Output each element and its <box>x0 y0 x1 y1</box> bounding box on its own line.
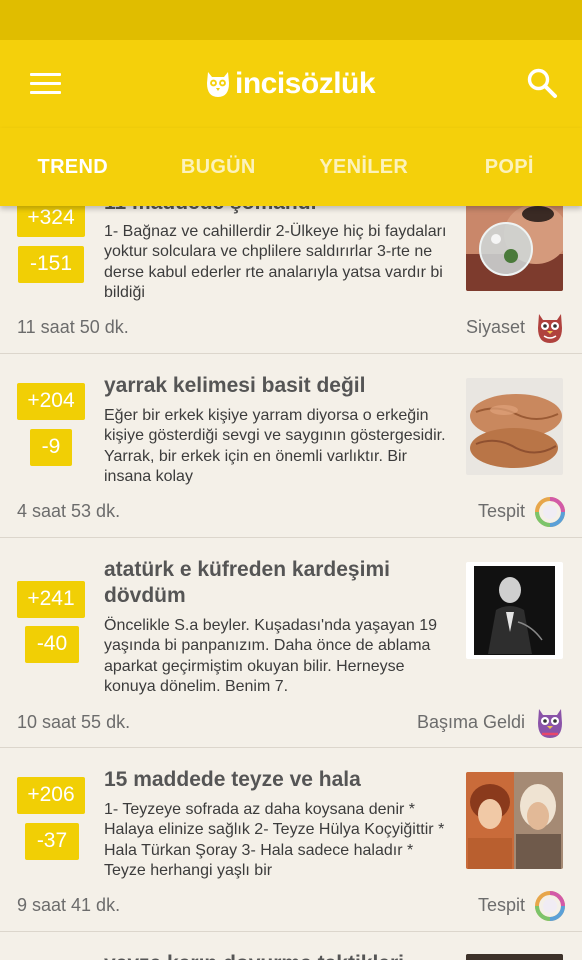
downvote-button[interactable]: -151 <box>18 246 84 283</box>
tab-popi[interactable]: POPİ <box>437 128 582 206</box>
entry-thumbnail[interactable] <box>466 562 563 659</box>
face-with-bubble-photo <box>466 194 563 291</box>
partial-photo <box>466 954 563 960</box>
downvote-button[interactable]: -9 <box>30 429 72 466</box>
rainbow-circle-icon <box>535 497 565 527</box>
entry-card[interactable]: yarrak kelimesi basit değil +204 -9 Eğer… <box>0 354 582 538</box>
entry-title[interactable]: yarrak kelimesi basit değil <box>104 373 454 399</box>
entry-title[interactable]: 15 maddede teyze ve hala <box>104 767 454 793</box>
downvote-button[interactable]: -40 <box>25 626 79 663</box>
entry-category[interactable]: Tespit <box>478 501 525 522</box>
entry-category[interactable]: Tespit <box>478 895 525 916</box>
red-owl-icon <box>538 314 562 343</box>
upvote-button[interactable]: +241 <box>17 581 85 618</box>
entry-thumbnail[interactable] <box>466 954 563 960</box>
entry-card[interactable]: 15 maddede teyze ve hala +206 -37 1- Tey… <box>0 748 582 932</box>
entry-feed: 11 maddede şomandı +324 -151 1- Bağnaz v… <box>0 186 582 960</box>
entry-excerpt: 1- Bağnaz ve cahillerdir 2-Ülkeye hiç bi… <box>104 223 447 302</box>
entry-excerpt: Öncelikle S.a beyler. Kuşadası'nda yaşay… <box>104 617 438 696</box>
entry-card[interactable]: atatürk e küfreden kardeşimi dövdüm +241… <box>0 538 582 748</box>
tab-yeniler[interactable]: YENİLER <box>291 128 437 206</box>
entry-category[interactable]: Siyaset <box>466 317 525 338</box>
entry-thumbnail[interactable] <box>466 194 563 291</box>
tab-bugun[interactable]: BUGÜN <box>146 128 292 206</box>
hamburger-menu-icon[interactable] <box>30 73 62 95</box>
entry-category[interactable]: Başıma Geldi <box>417 712 525 733</box>
purple-owl-icon <box>538 709 562 738</box>
entry-time: 11 saat 50 dk. <box>17 317 129 337</box>
tab-bar: TREND BUGÜN YENİLER POPİ <box>0 128 582 206</box>
two-women-vintage-photo <box>466 772 563 869</box>
entry-time: 4 saat 53 dk. <box>17 501 121 521</box>
downvote-button[interactable]: -37 <box>25 823 79 860</box>
entry-time: 10 saat 55 dk. <box>17 712 131 732</box>
status-bar <box>0 0 582 40</box>
owl-logo-icon <box>207 72 229 97</box>
entry-time: 9 saat 41 dk. <box>17 895 121 915</box>
entry-card[interactable]: 11 maddede şomandı +324 -151 1- Bağnaz v… <box>0 186 582 354</box>
upvote-button[interactable]: +204 <box>17 383 85 420</box>
tab-trend[interactable]: TREND <box>0 128 146 206</box>
entry-excerpt: Eğer bir erkek kişiye yarram diyorsa o e… <box>104 407 446 486</box>
app-logo[interactable]: incisözlük <box>205 64 376 104</box>
rainbow-circle-icon <box>535 891 565 921</box>
entry-title[interactable]: atatürk e küfreden kardeşimi dövdüm <box>104 557 454 609</box>
upvote-button[interactable]: +206 <box>17 777 85 814</box>
entry-thumbnail[interactable] <box>466 772 563 869</box>
entry-excerpt: 1- Teyzeye sofrada az daha koysana denir… <box>104 801 445 880</box>
search-icon[interactable] <box>526 67 558 99</box>
entry-card[interactable]: yeyze karın doyurma taktikleri <box>0 932 582 960</box>
entry-thumbnail[interactable] <box>466 378 563 475</box>
app-name: incisözlük <box>235 67 376 100</box>
entry-title[interactable]: yeyze karın doyurma taktikleri <box>104 951 454 960</box>
bread-rolls-photo <box>466 378 563 475</box>
black-and-white-portrait-photo <box>466 562 563 659</box>
